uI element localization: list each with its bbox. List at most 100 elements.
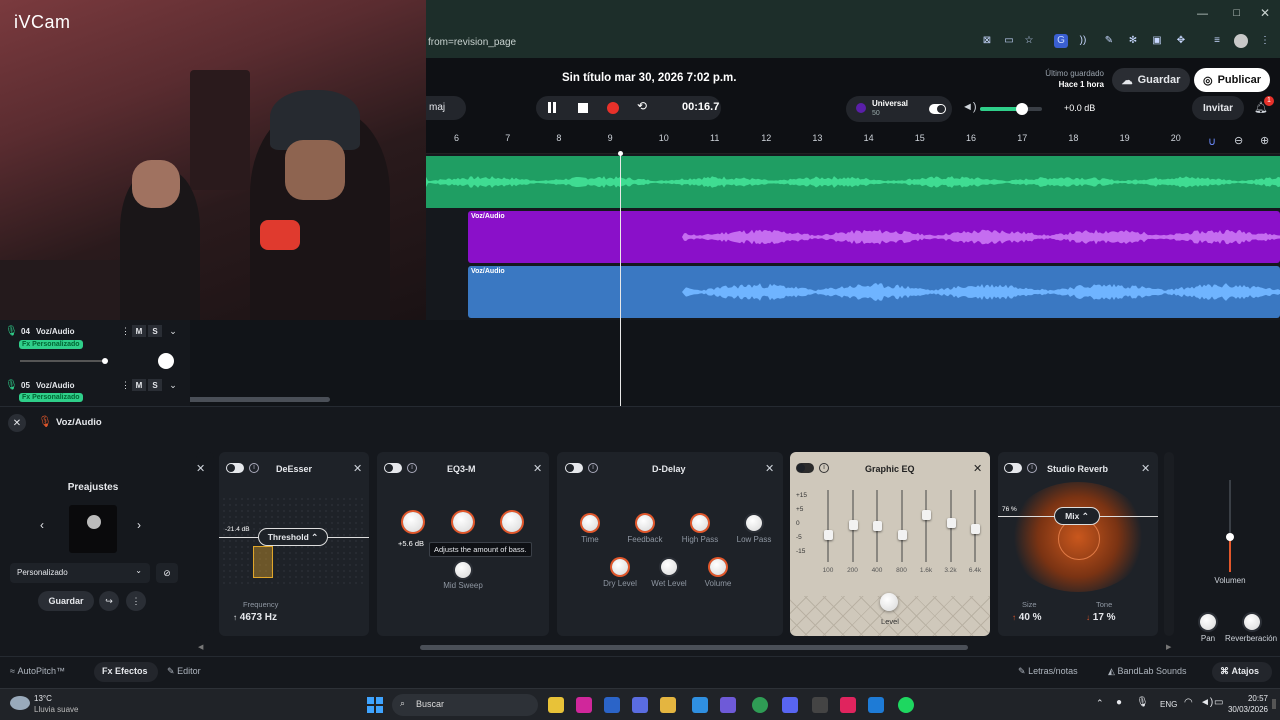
stop-button[interactable] [578,103,588,113]
track-menu-icon[interactable]: ⋮ [121,380,130,391]
kebab-menu-icon[interactable]: ⋮ [1258,34,1272,48]
tuner-toggle[interactable] [929,104,946,114]
volume-tray-icon[interactable]: ◄) [1200,697,1213,708]
dry-knob[interactable] [612,559,628,575]
app-icon[interactable] [812,697,828,713]
geq-band-fader[interactable] [922,509,931,520]
highpass-knob[interactable] [692,515,708,531]
weather-temp[interactable]: 13°C [34,694,52,703]
eq3-toggle[interactable] [384,463,402,473]
cast-icon[interactable]: ▭ [1002,34,1016,48]
mid-sweep-knob[interactable] [455,562,471,578]
deesser-toggle[interactable] [226,463,244,473]
zoom-out-icon[interactable]: ⊖ [1234,134,1243,147]
geq-level-knob[interactable] [880,593,898,611]
save-button[interactable]: ☁ Guardar [1112,68,1190,92]
tiktok-icon[interactable] [840,697,856,713]
teams-icon[interactable] [632,697,648,713]
bass-knob[interactable] [403,512,423,532]
tone-value[interactable]: ↓ 17 % [1086,612,1116,623]
obsidian-icon[interactable] [576,697,592,713]
pan-knob[interactable] [1200,614,1216,630]
mix-button[interactable]: Mix ⌃ [1054,507,1100,525]
mid-knob[interactable] [453,512,473,532]
close-window-icon[interactable]: ✕ [1260,6,1270,20]
mute-button[interactable]: M [132,325,146,337]
ddelay-toggle[interactable] [565,463,583,473]
solo-button[interactable]: S [148,379,162,391]
clock-date[interactable]: 30/03/2026 [1222,705,1268,714]
info-icon[interactable]: i [588,463,598,473]
teams-chat-icon[interactable] [720,697,736,713]
share-icon[interactable]: ↪ [99,591,119,611]
close-icon[interactable]: ✕ [533,462,542,475]
preset-select[interactable]: Personalizado ⌄ [10,563,150,583]
empty-timeline[interactable] [190,320,1280,406]
wet-knob[interactable] [661,559,677,575]
lowpass-knob[interactable] [746,515,762,531]
chevron-down-icon[interactable]: ⌄ [166,325,180,337]
fx-badge[interactable]: Fx Personalizado [19,393,83,402]
fx-scrollbar[interactable] [420,645,968,650]
zoom-in-icon[interactable]: ⊕ [1260,134,1269,147]
shortcuts-button[interactable]: ⌘ Atajos [1212,662,1272,682]
close-icon[interactable]: ✕ [973,462,982,475]
graphic-eq-toggle[interactable] [796,463,814,473]
feedback-knob[interactable] [637,515,653,531]
remove-preset-icon[interactable]: ⊘ [156,563,178,583]
extension-icon[interactable]: G [1054,34,1068,48]
playhead[interactable] [620,152,621,406]
star-icon[interactable]: ☆ [1022,34,1036,48]
clock-time[interactable]: 20:57 [1226,694,1268,703]
save-preset-button[interactable]: Guardar [38,591,94,611]
preset-thumbnail[interactable] [69,505,117,553]
audio-ext-icon[interactable]: )) [1076,34,1090,48]
chrome-icon[interactable] [752,697,768,713]
close-icon[interactable]: ✕ [353,462,362,475]
geq-band-fader[interactable] [971,524,980,535]
horizontal-scrollbar[interactable] [186,397,330,402]
reverb-send-knob[interactable] [1244,614,1260,630]
word-icon[interactable] [604,697,620,713]
gear-ext-icon[interactable]: ✻ [1126,34,1140,48]
chevron-down-icon[interactable]: ⌄ [166,379,180,391]
language-indicator[interactable]: ENG [1160,700,1177,709]
info-icon[interactable]: i [407,463,417,473]
tab-menu-icon[interactable]: ≡ [1210,34,1224,48]
vscode-icon[interactable] [692,697,708,713]
reverb-toggle[interactable] [1004,463,1022,473]
close-icon[interactable]: ✕ [196,462,205,475]
file-explorer-icon[interactable] [548,697,564,713]
track-menu-icon[interactable]: ⋮ [121,326,130,337]
geq-band-fader[interactable] [946,517,956,528]
info-icon[interactable]: i [249,463,259,473]
sounds-tab[interactable]: ◭ BandLab Sounds [1108,666,1187,677]
geq-band-fader[interactable] [873,521,882,531]
close-icon[interactable]: ✕ [1141,462,1150,475]
volume-fader[interactable] [1226,480,1234,572]
scroll-left-icon[interactable]: ◀ [198,643,203,651]
time-knob[interactable] [582,515,598,531]
autopitch-tab[interactable]: ≈ AutoPitch™ [10,666,65,676]
store-icon[interactable] [868,697,884,713]
discord-icon[interactable] [782,697,798,713]
info-icon[interactable]: i [1027,463,1037,473]
threshold-button[interactable]: Threshold ⌃ [258,528,328,546]
lyrics-tab[interactable]: ✎ Letras/notas [1018,666,1078,677]
puzzle-icon[interactable]: ✥ [1174,34,1188,48]
fx-badge[interactable]: Fx Personalizado [19,340,83,349]
mute-button[interactable]: M [132,379,146,391]
editor-tab[interactable]: ✎ Editor [167,666,201,677]
pen-ext-icon[interactable]: ✎ [1102,34,1116,48]
close-panel-button[interactable]: ✕ [8,414,26,432]
invite-button[interactable]: Invitar [1192,96,1244,120]
frequency-value[interactable]: ↑ 4673 Hz [233,612,277,623]
chevron-up-icon[interactable]: ⌃ [1096,698,1104,709]
tray-icon[interactable]: ● [1116,697,1122,708]
treble-knob[interactable] [502,512,522,532]
wifi-icon[interactable]: ◠ [1184,697,1193,708]
minimize-icon[interactable]: — [1197,8,1208,20]
green-track-lane[interactable] [426,156,1280,208]
publish-button[interactable]: ◎ Publicar [1194,68,1270,92]
geq-band-fader[interactable] [897,529,907,540]
